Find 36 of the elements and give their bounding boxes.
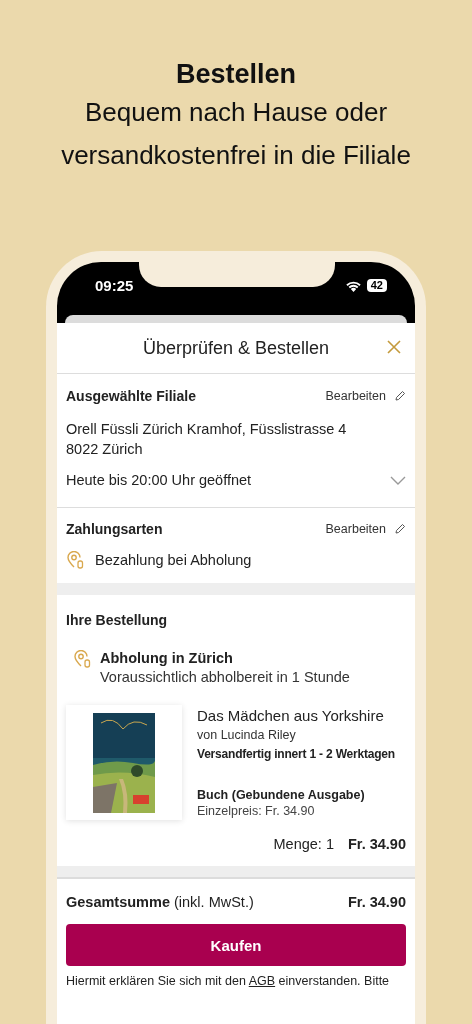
location-pin-icon	[67, 551, 84, 569]
address-line: 8022 Zürich	[66, 440, 144, 459]
promo-title: Bestellen	[174, 58, 298, 91]
item-price: Fr. 34.90	[347, 836, 406, 852]
quantity: Menge: 1	[273, 836, 334, 852]
chevron-icon[interactable]	[390, 475, 406, 485]
buy-button[interactable]: Kaufen	[66, 924, 406, 966]
sheet-title: Überprüfen & Bestellen	[142, 337, 330, 359]
close-icon[interactable]	[387, 340, 401, 354]
terms-text: Hiermit erklären Sie sich mit den AGB einverstanden. Bitte	[66, 974, 391, 988]
promo-subtitle: Bequem nach Hause oder	[83, 96, 389, 129]
pencil-icon	[394, 523, 406, 535]
edit-button[interactable]: Bearbeiten	[325, 389, 406, 403]
unit-price: Einzelpreis: Fr. 34.90	[197, 804, 316, 818]
section-heading: Ihre Bestellung	[66, 612, 169, 628]
edit-button[interactable]: Bearbeiten	[325, 522, 406, 536]
battery-indicator: 42	[366, 279, 387, 292]
address-line: Orell Füssli Zürich Kramhof, Füsslistrasse 4	[66, 420, 348, 439]
pencil-icon	[394, 390, 406, 402]
pickup-note: Voraussichtlich abholbereit in 1 Stunde	[100, 669, 350, 685]
book-format: Buch (Gebundene Ausgabe)	[197, 788, 366, 802]
book-title[interactable]: Das Mädchen aus Yorkshire	[197, 707, 395, 724]
location-pin-icon	[74, 650, 91, 668]
wifi-icon	[344, 279, 362, 292]
total-label: Gesamtsumme (inkl. MwSt.)	[66, 894, 254, 910]
status-time: 09:25	[95, 277, 134, 294]
book-author: von Lucinda Riley	[197, 728, 297, 742]
promo-subtitle: versandkostenfrei in die Filiale	[60, 139, 412, 172]
section-heading: Zahlungsarten	[66, 521, 163, 537]
payment-method: Bezahlung bei Abholung	[95, 552, 252, 568]
total-amount: Fr. 34.90	[347, 894, 406, 910]
opening-hours: Heute bis 20:00 Uhr geöffnet	[66, 472, 252, 488]
agb-link[interactable]: AGB	[248, 974, 276, 988]
section-heading: Ausgewählte Filiale	[66, 388, 196, 404]
availability-text: Versandfertig innert 1 - 2 Werktagen	[197, 747, 395, 761]
pickup-title: Abholung in Zürich	[100, 650, 234, 666]
